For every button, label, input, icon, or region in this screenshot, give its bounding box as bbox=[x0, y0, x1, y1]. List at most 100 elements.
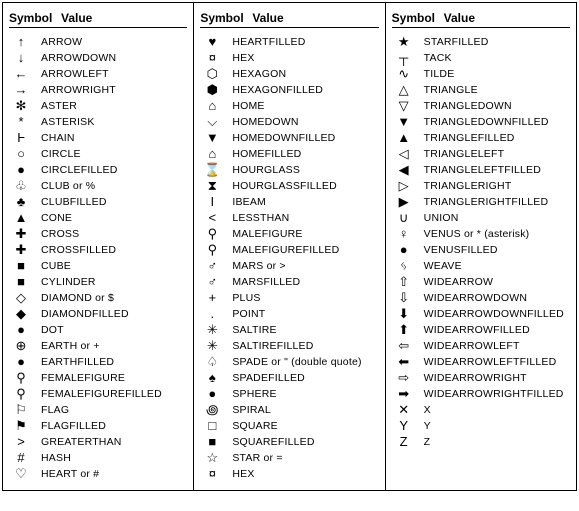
column-1: Symbol Value ↑ARROW↓ARROWDOWN←ARROWLEFT→… bbox=[3, 3, 193, 490]
symbol-icon: ✳ bbox=[200, 322, 224, 338]
symbol-icon: ♂ bbox=[200, 258, 224, 274]
table-row: ♥HEARTFILLED bbox=[200, 34, 378, 50]
symbol-value: WIDEARROWFILLED bbox=[416, 322, 570, 338]
symbol-icon: ■ bbox=[200, 434, 224, 450]
symbol-value: IBEAM bbox=[224, 194, 378, 210]
header-symbol: Symbol bbox=[392, 11, 444, 25]
symbol-value: ARROW bbox=[33, 34, 187, 50]
symbol-icon: ● bbox=[200, 386, 224, 402]
symbol-value: WEAVE bbox=[416, 258, 570, 274]
symbol-icon: . bbox=[200, 306, 224, 322]
symbol-value: HOMEDOWNFILLED bbox=[224, 130, 378, 146]
table-row: IIBEAM bbox=[200, 194, 378, 210]
column-header: Symbol Value bbox=[200, 7, 378, 28]
symbol-value: TRIANGLEFILLED bbox=[416, 130, 570, 146]
table-row: ⬇WIDEARROWDOWNFILLED bbox=[392, 306, 570, 322]
symbol-icon: ↓ bbox=[9, 50, 33, 66]
symbol-icon: △ bbox=[392, 82, 416, 98]
symbol-icon: ⬆ bbox=[392, 322, 416, 338]
table-row: □SQUARE bbox=[200, 418, 378, 434]
symbol-value: VENUS or * (asterisk) bbox=[416, 226, 570, 242]
table-row: ✳SALTIREFILLED bbox=[200, 338, 378, 354]
symbol-value: ARROWDOWN bbox=[33, 50, 187, 66]
symbol-value: CLUB or % bbox=[33, 178, 187, 194]
table-row: ▷TRIANGLERIGHT bbox=[392, 178, 570, 194]
symbol-value: HEX bbox=[224, 50, 378, 66]
symbol-icon: ⚑ bbox=[9, 418, 33, 434]
symbol-icon: ⚲ bbox=[9, 370, 33, 386]
symbol-icon: ☆ bbox=[200, 450, 224, 466]
symbol-value: X bbox=[416, 402, 570, 418]
table-row: ♣CLUBFILLED bbox=[9, 194, 187, 210]
symbol-icon: ⬇ bbox=[392, 306, 416, 322]
symbol-icon: ⌂ bbox=[200, 146, 224, 162]
symbol-icon: ♠ bbox=[200, 370, 224, 386]
symbol-icon: ■ bbox=[9, 258, 33, 274]
symbol-icon: Z bbox=[392, 434, 416, 450]
symbol-value: FEMALEFIGURE bbox=[33, 370, 187, 386]
symbol-table: Symbol Value ↑ARROW↓ARROWDOWN←ARROWLEFT→… bbox=[2, 2, 577, 491]
symbol-value: EARTHFILLED bbox=[33, 354, 187, 370]
symbol-value: HASH bbox=[33, 450, 187, 466]
table-row: ●EARTHFILLED bbox=[9, 354, 187, 370]
symbol-value: WIDEARROW bbox=[416, 274, 570, 290]
symbol-value: MALEFIGUREFILLED bbox=[224, 242, 378, 258]
symbol-value: WIDEARROWRIGHTFILLED bbox=[416, 386, 570, 402]
table-row: ⇩WIDEARROWDOWN bbox=[392, 290, 570, 306]
table-row: ★STARFILLED bbox=[392, 34, 570, 50]
symbol-value: HEX bbox=[224, 466, 378, 482]
symbol-icon: ∪ bbox=[392, 210, 416, 226]
table-row: ↓ARROWDOWN bbox=[9, 50, 187, 66]
table-row: ♤SPADE or " (double quote) bbox=[200, 354, 378, 370]
symbol-icon: ■ bbox=[9, 274, 33, 290]
table-row: ■SQUAREFILLED bbox=[200, 434, 378, 450]
symbol-icon: # bbox=[9, 450, 33, 466]
symbol-icon: ∿ bbox=[392, 66, 416, 82]
symbol-value: HOURGLASSFILLED bbox=[224, 178, 378, 194]
table-row: ▼HOMEDOWNFILLED bbox=[200, 130, 378, 146]
symbol-value: DIAMOND or $ bbox=[33, 290, 187, 306]
table-row: ✳SALTIRE bbox=[200, 322, 378, 338]
symbol-value: MARSFILLED bbox=[224, 274, 378, 290]
table-row: ∪UNION bbox=[392, 210, 570, 226]
symbol-value: CYLINDER bbox=[33, 274, 187, 290]
table-row: ♂MARSFILLED bbox=[200, 274, 378, 290]
table-row: ⌂HOMEFILLED bbox=[200, 146, 378, 162]
symbol-icon: ¤ bbox=[200, 50, 224, 66]
column-header: Symbol Value bbox=[9, 7, 187, 28]
symbol-value: WIDEARROWLEFTFILLED bbox=[416, 354, 570, 370]
header-value: Value bbox=[61, 11, 187, 25]
table-row: ⬡HEXAGON bbox=[200, 66, 378, 82]
symbol-value: TACK bbox=[416, 50, 570, 66]
symbol-icon: ▲ bbox=[392, 130, 416, 146]
symbol-value: TRIANGLELEFTFILLED bbox=[416, 162, 570, 178]
symbol-value: HEART or # bbox=[33, 466, 187, 482]
table-row: ▽TRIANGLEDOWN bbox=[392, 98, 570, 114]
symbol-value: TRIANGLE bbox=[416, 82, 570, 98]
symbol-value: ASTERISK bbox=[33, 114, 187, 130]
symbol-icon: ♧ bbox=[9, 178, 33, 194]
symbol-value: CIRCLEFILLED bbox=[33, 162, 187, 178]
symbol-value: SPADEFILLED bbox=[224, 370, 378, 386]
symbol-value: LESSTHAN bbox=[224, 210, 378, 226]
table-row: ◇DIAMOND or $ bbox=[9, 290, 187, 306]
table-row: ⚲MALEFIGURE bbox=[200, 226, 378, 242]
symbol-value: TRIANGLERIGHT bbox=[416, 178, 570, 194]
symbol-icon: ⬡ bbox=[200, 66, 224, 82]
symbol-icon: ⚲ bbox=[9, 386, 33, 402]
symbol-value: SQUAREFILLED bbox=[224, 434, 378, 450]
symbol-icon: ◁ bbox=[392, 146, 416, 162]
symbol-value: ARROWRIGHT bbox=[33, 82, 187, 98]
table-row: ✚CROSSFILLED bbox=[9, 242, 187, 258]
symbol-value: FLAGFILLED bbox=[33, 418, 187, 434]
symbol-value: SQUARE bbox=[224, 418, 378, 434]
symbol-icon: ⌵ bbox=[200, 114, 224, 130]
symbol-value: SPIRAL bbox=[224, 402, 378, 418]
symbol-icon: ⇧ bbox=[392, 274, 416, 290]
table-row: ♂MARS or > bbox=[200, 258, 378, 274]
table-row: ⇨WIDEARROWRIGHT bbox=[392, 370, 570, 386]
table-row: ┬TACK bbox=[392, 50, 570, 66]
table-row: ◁TRIANGLELEFT bbox=[392, 146, 570, 162]
table-row: ⬢HEXAGONFILLED bbox=[200, 82, 378, 98]
table-row: .POINT bbox=[200, 306, 378, 322]
